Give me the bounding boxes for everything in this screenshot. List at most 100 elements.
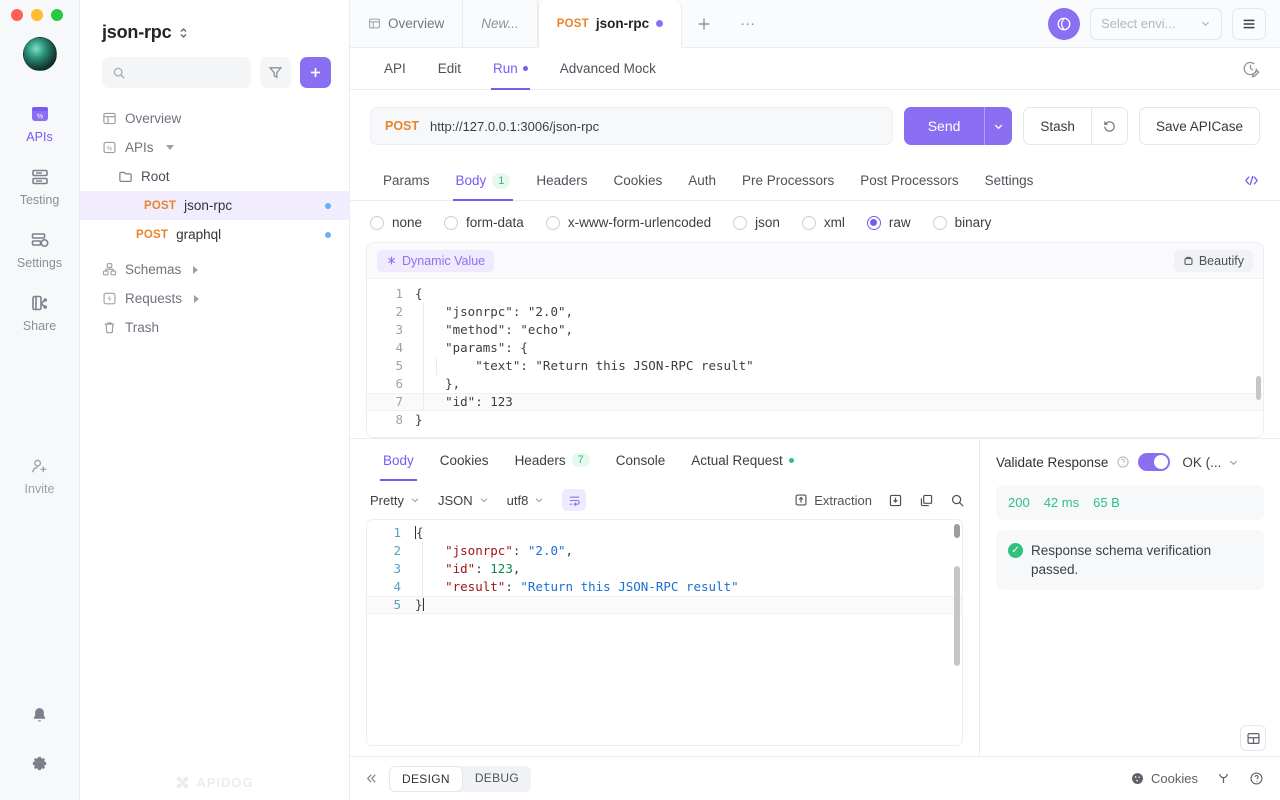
gift-icon[interactable] [1216, 771, 1231, 786]
validate-response-toggle[interactable] [1138, 453, 1171, 471]
sidebar-item-schemas[interactable]: Schemas [80, 255, 349, 284]
response-tab-cookies[interactable]: Cookies [427, 439, 502, 481]
body-type-form-data[interactable]: form-data [444, 215, 546, 230]
chevron-down-icon [534, 495, 544, 505]
send-button[interactable]: Send [903, 107, 985, 145]
ptab-params[interactable]: Params [370, 161, 443, 201]
more-tabs-button[interactable]: ··· [726, 0, 769, 47]
response-body-editor[interactable]: 1{2 "jsonrpc": "2.0", 3 "id": 123, 4 "resu… [366, 519, 963, 746]
word-wrap-icon[interactable] [562, 489, 587, 511]
ptab-post-processors[interactable]: Post Processors [847, 161, 971, 201]
environment-select[interactable]: Select envi... [1090, 7, 1222, 40]
send-options-chevron-down-icon[interactable] [984, 107, 1013, 145]
question-icon[interactable] [1116, 455, 1130, 469]
ptab-settings[interactable]: Settings [972, 161, 1047, 201]
rail-item-settings[interactable]: Settings [0, 219, 79, 282]
mode-debug[interactable]: DEBUG [463, 766, 531, 792]
maximize-window-button[interactable] [51, 9, 63, 21]
dynamic-value-button[interactable]: Dynamic Value [377, 249, 495, 272]
rail-item-share[interactable]: Share [0, 282, 79, 345]
search-input[interactable] [133, 65, 241, 80]
request-editor-scrollbar[interactable] [1256, 376, 1261, 400]
bottom-bar-actions: Cookies [1130, 771, 1264, 786]
sync-icon[interactable] [1048, 7, 1080, 40]
subtab-advanced-mock[interactable]: Advanced Mock [546, 48, 670, 90]
mode-design[interactable]: DESIGN [389, 765, 463, 792]
body-type-xml[interactable]: xml [801, 215, 867, 230]
subtab-label: API [384, 61, 406, 76]
bell-icon[interactable] [29, 704, 51, 726]
body-type-x-www-form-urlencoded[interactable]: x-www-form-urlencoded [545, 215, 733, 230]
ptab-headers[interactable]: Headers [523, 161, 600, 201]
code-brackets-icon[interactable] [1243, 172, 1280, 189]
body-type-json[interactable]: json [733, 215, 802, 230]
add-tab-button[interactable] [682, 0, 726, 47]
download-icon[interactable] [888, 493, 903, 508]
cookies-button[interactable]: Cookies [1130, 771, 1198, 786]
response-editor-scrollbar[interactable] [954, 566, 960, 666]
history-edit-icon[interactable] [1241, 59, 1280, 78]
tab-json-rpc[interactable]: POST json-rpc [537, 0, 683, 48]
beautify-button[interactable]: Beautify [1173, 249, 1253, 272]
ptab-pre-processors[interactable]: Pre Processors [729, 161, 847, 201]
body-type-none[interactable]: none [370, 215, 444, 230]
ptab-auth[interactable]: Auth [675, 161, 729, 201]
stash-button[interactable]: Stash [1024, 108, 1091, 144]
response-editor-scrollbar-top[interactable] [954, 524, 960, 538]
response-tab-headers[interactable]: Headers 7 [502, 439, 603, 481]
rail-item-testing[interactable]: Testing [0, 156, 79, 219]
ptab-cookies[interactable]: Cookies [600, 161, 675, 201]
request-code-area[interactable]: 1{2 "jsonrpc": "2.0", 3 "method": "echo",… [367, 279, 1263, 437]
gear-icon[interactable] [29, 752, 51, 774]
sidebar-item-overview[interactable]: Overview [80, 104, 349, 133]
add-button[interactable] [300, 57, 331, 88]
sidebar-item-root[interactable]: Root [80, 162, 349, 191]
tab-overview[interactable]: Overview [350, 0, 464, 47]
validate-option-select[interactable]: OK (... [1182, 455, 1239, 470]
avatar[interactable] [22, 37, 57, 71]
copy-icon[interactable] [919, 493, 934, 508]
line-number: 5 [395, 358, 403, 373]
svg-text:%: % [107, 145, 113, 152]
search-box[interactable] [102, 57, 251, 88]
chevron-right-icon[interactable] [194, 294, 200, 303]
ptab-body[interactable]: Body 1 [443, 161, 524, 201]
subtab-edit[interactable]: Edit [424, 48, 475, 90]
cookies-label: Cookies [1151, 771, 1198, 786]
settings-icon [29, 229, 51, 251]
extraction-button[interactable]: Extraction [794, 493, 872, 508]
tab-new[interactable]: New... [463, 0, 538, 47]
subtab-api[interactable]: API [370, 48, 420, 90]
save-apicase-button[interactable]: Save APICase [1138, 107, 1260, 145]
response-tab-body[interactable]: Body [370, 439, 427, 481]
collapse-left-icon[interactable] [364, 771, 389, 786]
sidebar-item-graphql[interactable]: POST graphql [80, 220, 349, 249]
sidebar-item-requests[interactable]: Requests [80, 284, 349, 313]
filter-icon[interactable] [260, 57, 291, 88]
search-icon[interactable] [950, 493, 965, 508]
subtab-run[interactable]: Run [479, 48, 542, 90]
layout-panel-icon[interactable] [1240, 725, 1266, 751]
charset-select[interactable]: utf8 [507, 493, 563, 508]
url-input[interactable]: POST http://127.0.0.1:3006/json-rpc [370, 107, 893, 145]
invite-button[interactable]: Invite [0, 455, 79, 496]
chevron-right-icon[interactable] [193, 265, 199, 274]
sidebar-item-apis[interactable]: % APIs [80, 133, 349, 162]
format-select[interactable]: JSON [438, 493, 507, 508]
hamburger-icon[interactable] [1232, 7, 1266, 40]
sidebar-item-json-rpc[interactable]: POST json-rpc [80, 191, 349, 220]
tab-label: New... [481, 16, 519, 31]
project-switcher[interactable]: json-rpc [80, 0, 349, 57]
response-tab-actual-request[interactable]: Actual Request [678, 439, 807, 481]
sidebar-item-trash[interactable]: Trash [80, 313, 349, 342]
minimize-window-button[interactable] [31, 9, 43, 21]
reset-icon[interactable] [1090, 108, 1127, 144]
view-mode-select[interactable]: Pretty [370, 493, 438, 508]
chevron-down-icon[interactable] [165, 145, 174, 150]
help-circle-icon[interactable] [1249, 771, 1264, 786]
body-type-raw[interactable]: raw [866, 215, 933, 230]
close-window-button[interactable] [11, 9, 23, 21]
response-tab-console[interactable]: Console [603, 439, 679, 481]
rail-item-apis[interactable]: % APIs [0, 93, 79, 156]
body-type-binary[interactable]: binary [932, 215, 1014, 230]
